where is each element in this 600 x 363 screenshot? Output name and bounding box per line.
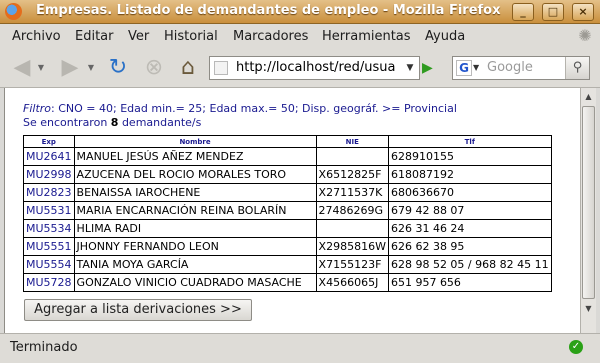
cell-tlf: 628910155 <box>387 147 552 166</box>
cell-nie <box>315 219 389 238</box>
column-header-nombre: Nombre <box>73 135 317 148</box>
title-bar: Empresas. Listado de demandantes de empl… <box>0 0 600 24</box>
scroll-down-icon[interactable]: ▼ <box>582 302 595 316</box>
table-row: MU5531 MARIA ENCARNACIÓN REINA BOLARÍN 274… <box>23 201 552 220</box>
back-icon[interactable]: ◀ <box>8 54 36 82</box>
cell-nombre: JHONNY FERNANDO LEON <box>73 237 317 256</box>
table-row: MU5534 HLIMA RADI 626 31 46 24 <box>23 219 552 238</box>
forward-history-dropdown-icon[interactable]: ▼ <box>86 54 96 82</box>
vertical-scrollbar[interactable]: ▲ ▼ <box>580 88 596 333</box>
status-bar: Terminado ✓ <box>0 333 600 363</box>
go-icon[interactable]: ▶ <box>422 60 433 76</box>
url-text[interactable]: http://localhost/red/usua <box>236 60 396 75</box>
url-bar[interactable]: http://localhost/red/usua ▼ <box>209 56 420 80</box>
menu-historial[interactable]: Historial <box>164 29 218 44</box>
cell-exp[interactable]: MU5728 <box>23 273 75 292</box>
cell-tlf: 680636670 <box>387 183 552 202</box>
maximize-button[interactable]: □ <box>542 3 564 21</box>
cell-exp[interactable]: MU2641 <box>23 147 75 166</box>
cell-nie: X4566065J <box>315 273 389 292</box>
menu-bar: Archivo Editar Ver Historial Marcadores … <box>0 24 600 48</box>
throbber-icon: ✺ <box>578 26 592 45</box>
cell-nie: 27486269G <box>315 201 389 220</box>
stop-icon[interactable]: ⊗ <box>140 54 168 82</box>
back-history-dropdown-icon[interactable]: ▼ <box>36 54 46 82</box>
cell-tlf: 679 42 88 07 <box>387 201 552 220</box>
search-bar[interactable]: G ▼ Google ⚲ <box>452 56 590 80</box>
table-header: Exp Nombre NIE Tlf <box>23 135 552 148</box>
window-title: Empresas. Listado de demandantes de empl… <box>36 3 501 18</box>
cell-nie <box>315 147 389 166</box>
home-icon[interactable]: ⌂ <box>174 54 202 82</box>
column-header-tlf: Tlf <box>387 135 552 148</box>
cell-tlf: 628 98 52 05 / 968 82 45 11 <box>387 255 552 274</box>
cell-nie: X2985816W <box>315 237 389 256</box>
cell-nombre: MANUEL JESÚS AÑEZ MENDEZ <box>73 147 317 166</box>
cell-tlf: 626 31 46 24 <box>387 219 552 238</box>
cell-nie: X6512825F <box>315 165 389 184</box>
cell-tlf: 626 62 38 95 <box>387 237 552 256</box>
cell-nie: X7155123F <box>315 255 389 274</box>
menu-editar[interactable]: Editar <box>75 29 114 44</box>
engine-dropdown-icon[interactable]: ▼ <box>473 59 479 77</box>
menu-herramientas[interactable]: Herramientas <box>322 29 411 44</box>
url-dropdown-icon[interactable]: ▼ <box>401 57 419 79</box>
cell-exp[interactable]: MU2998 <box>23 165 75 184</box>
cell-exp[interactable]: MU5534 <box>23 219 75 238</box>
applicants-table: Exp Nombre NIE Tlf MU2641 MANUEL JESÚS AÑ… <box>23 135 552 292</box>
page-content: Filtro: CNO = 40; Edad min.= 25; Edad ma… <box>4 88 580 333</box>
table-row: MU2823 BENAISSA IAROCHENE X2711537K 6806366… <box>23 183 552 202</box>
close-button[interactable]: × <box>572 3 594 21</box>
cell-nombre: BENAISSA IAROCHENE <box>73 183 317 202</box>
cell-nombre: MARIA ENCARNACIÓN REINA BOLARÍN <box>73 201 317 220</box>
cell-exp[interactable]: MU5551 <box>23 237 75 256</box>
table-row: MU2641 MANUEL JESÚS AÑEZ MENDEZ 628910155 <box>23 147 552 166</box>
navigation-toolbar: ◀ ▼ ▶ ▼ ↻ ⊗ ⌂ http://localhost/red/usua … <box>0 48 600 88</box>
cell-nombre: AZUCENA DEL ROCIO MORALES TORO <box>73 165 317 184</box>
menu-marcadores[interactable]: Marcadores <box>233 29 308 44</box>
menu-ayuda[interactable]: Ayuda <box>425 29 465 44</box>
reload-icon[interactable]: ↻ <box>104 54 132 82</box>
cell-tlf: 618087192 <box>387 165 552 184</box>
column-header-exp: Exp <box>23 135 75 148</box>
cell-exp[interactable]: MU5554 <box>23 255 75 274</box>
google-engine-icon[interactable]: G <box>456 60 472 76</box>
firefox-icon <box>5 3 22 20</box>
cell-exp[interactable]: MU2823 <box>23 183 75 202</box>
table-row: MU5554 TANIA MOYA GARCÍA X7155123F 628 98 5… <box>23 255 552 274</box>
cell-nie: X2711537K <box>315 183 389 202</box>
filter-summary: Filtro: CNO = 40; Edad min.= 25; Edad ma… <box>23 102 457 115</box>
scroll-up-icon[interactable]: ▲ <box>582 90 595 104</box>
filter-label: Filtro <box>23 102 52 115</box>
add-to-referrals-button[interactable]: Agregar a lista derivaciones >> <box>24 299 252 321</box>
search-input[interactable]: Google <box>487 60 533 75</box>
cell-nombre: TANIA MOYA GARCÍA <box>73 255 317 274</box>
cell-exp[interactable]: MU5531 <box>23 201 75 220</box>
forward-icon[interactable]: ▶ <box>56 54 84 82</box>
cell-nombre: GONZALO VINICIO CUADRADO MASACHE <box>73 273 317 292</box>
table-row: MU5551 JHONNY FERNANDO LEON X2985816W 626 6… <box>23 237 552 256</box>
minimize-button[interactable]: _ <box>512 3 534 21</box>
column-header-nie: NIE <box>315 135 389 148</box>
table-row: MU2998 AZUCENA DEL ROCIO MORALES TORO X651… <box>23 165 552 184</box>
search-icon[interactable]: ⚲ <box>565 57 589 79</box>
status-text: Terminado <box>10 340 78 355</box>
menu-ver[interactable]: Ver <box>128 29 149 44</box>
cell-tlf: 651 957 656 <box>387 273 552 292</box>
menu-archivo[interactable]: Archivo <box>12 29 61 44</box>
table-row: MU5728 GONZALO VINICIO CUADRADO MASACHE X4… <box>23 273 552 292</box>
results-count: Se encontraron 8 demandante/s <box>23 116 202 129</box>
filter-text: : CNO = 40; Edad min.= 25; Edad max.= 50… <box>51 102 457 115</box>
page-favicon-icon <box>214 61 228 75</box>
cell-nombre: HLIMA RADI <box>73 219 317 238</box>
security-ok-icon: ✓ <box>569 340 583 354</box>
scrollbar-thumb[interactable] <box>582 106 595 299</box>
